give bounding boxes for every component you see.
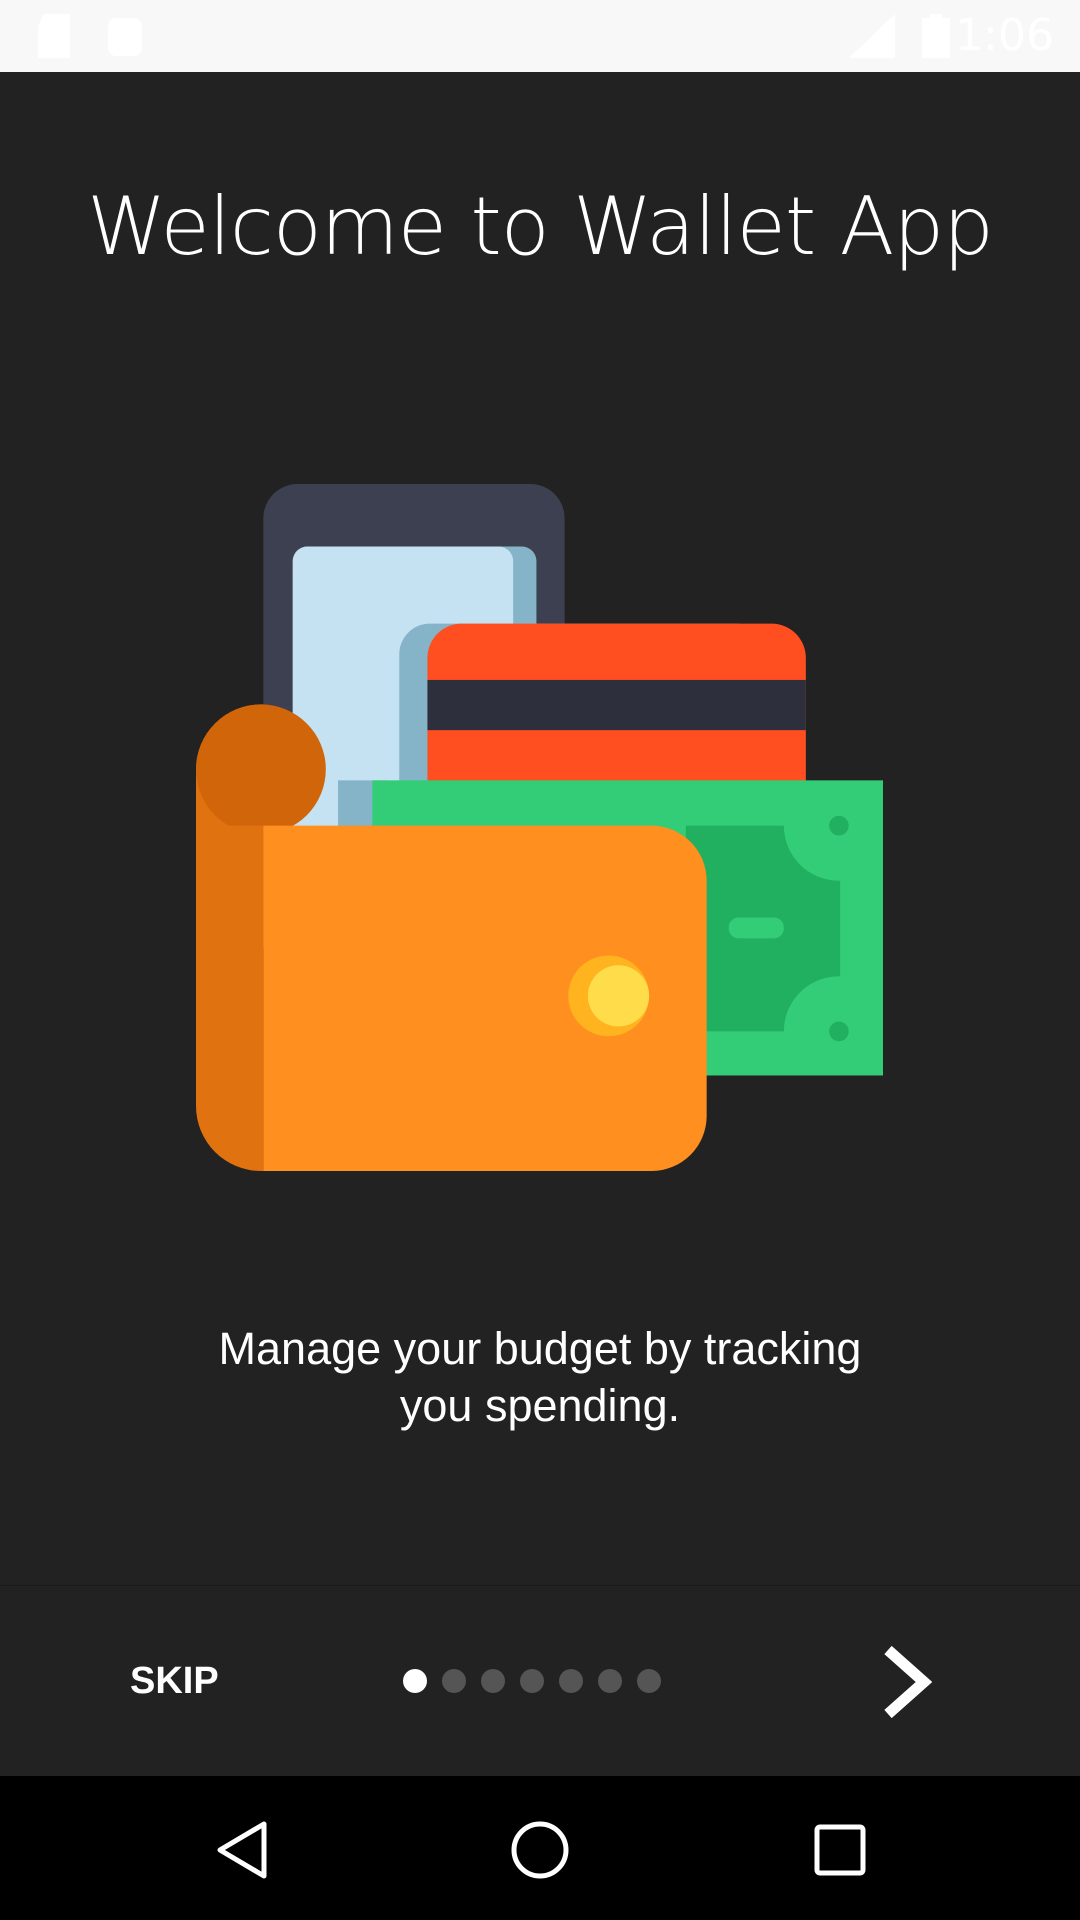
page-dot-2[interactable] xyxy=(442,1669,466,1693)
wallet-illustration xyxy=(196,484,883,1171)
sd-card-icon xyxy=(38,14,70,58)
page-dot-3[interactable] xyxy=(481,1669,505,1693)
back-icon[interactable] xyxy=(214,1820,270,1880)
page-indicator xyxy=(403,1669,661,1693)
page-dot-4[interactable] xyxy=(520,1669,544,1693)
status-bar: 1:06 xyxy=(0,0,1080,72)
page-dot-5[interactable] xyxy=(559,1669,583,1693)
card-stripe xyxy=(427,679,806,731)
home-icon[interactable] xyxy=(510,1820,570,1880)
recents-icon[interactable] xyxy=(814,1820,866,1880)
description-line-1: Manage your budget by tracking xyxy=(218,1323,862,1374)
chevron-right-icon[interactable] xyxy=(878,1642,938,1722)
cash-dash xyxy=(728,917,784,939)
page-dot-1[interactable] xyxy=(403,1669,427,1693)
wallet-clasp-highlight xyxy=(587,965,650,1027)
page-title: Welcome to Wallet App xyxy=(87,180,994,273)
wallet-flap xyxy=(196,704,326,835)
status-time: 1:06 xyxy=(955,10,1054,61)
lte-signal-icon xyxy=(849,14,895,58)
navigation-bar xyxy=(0,1776,1080,1920)
page-dot-7[interactable] xyxy=(637,1669,661,1693)
wallet-back-lower xyxy=(196,825,264,949)
bottom-bar: SKIP xyxy=(0,1585,1080,1777)
cash-dot xyxy=(829,815,849,836)
battery-charging-icon xyxy=(922,14,950,58)
skip-button[interactable]: SKIP xyxy=(130,1660,219,1703)
description: Manage your budget by tracking you spend… xyxy=(0,1320,1080,1434)
android-icon xyxy=(108,18,142,56)
description-line-2: you spending. xyxy=(399,1380,681,1431)
cash-dot xyxy=(829,1021,849,1042)
page-dot-6[interactable] xyxy=(598,1669,622,1693)
